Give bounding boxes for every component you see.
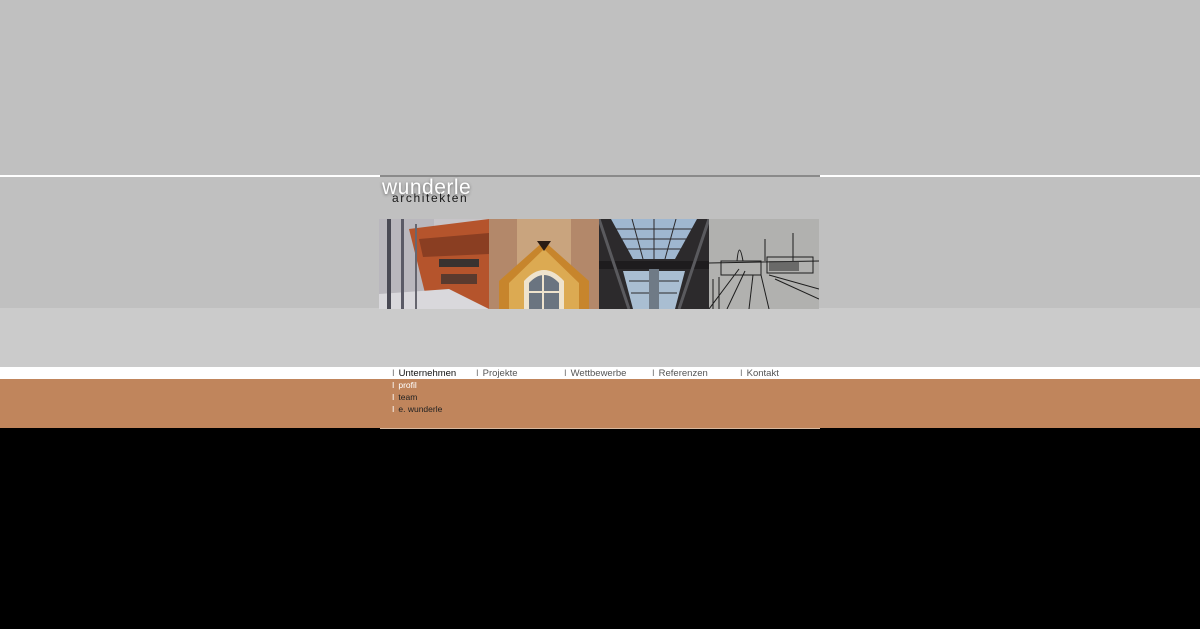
architectural-sketch-photo <box>709 219 819 309</box>
subnav-label: team <box>398 392 418 402</box>
nav-label: Referenzen <box>658 368 708 379</box>
nav-label: Wettbewerbe <box>570 368 627 379</box>
subnav-separator: I <box>392 380 395 390</box>
subnav-band <box>0 379 1200 428</box>
nav-separator: I <box>652 368 655 379</box>
brick-facade-photo <box>379 219 489 309</box>
nav-separator: I <box>476 368 479 379</box>
nav-label: Kontakt <box>746 368 779 379</box>
subnav-item-profil[interactable]: Iprofil <box>392 380 417 391</box>
ornate-doorway-photo <box>489 219 599 309</box>
nav-label: Unternehmen <box>398 368 457 379</box>
mid-band <box>0 308 1200 367</box>
subnav-label: profil <box>398 380 417 390</box>
nav-item-unternehmen[interactable]: I Unternehmen <box>392 368 456 380</box>
nav-separator: I <box>564 368 567 379</box>
nav-item-wettbewerbe[interactable]: I Wettbewerbe <box>564 368 626 380</box>
subnav-label: e. wunderle <box>398 404 443 414</box>
nav-item-referenzen[interactable]: I Referenzen <box>652 368 708 380</box>
footer-rule <box>380 428 820 429</box>
subnav-separator: I <box>392 392 395 402</box>
logo-tagline: architekten <box>392 191 469 205</box>
subnav-separator: I <box>392 404 395 414</box>
nav-separator: I <box>740 368 743 379</box>
nav-item-kontakt[interactable]: I Kontakt <box>740 368 779 380</box>
subnav-item-e-wunderle[interactable]: Ie. wunderle <box>392 404 442 415</box>
nav-label: Projekte <box>482 368 518 379</box>
nav-item-projekte[interactable]: I Projekte <box>476 368 518 380</box>
subnav-item-team[interactable]: Iteam <box>392 392 417 403</box>
glass-roof-photo <box>599 219 709 309</box>
logo[interactable]: wunderle architekten <box>382 177 622 209</box>
nav-separator: I <box>392 368 395 379</box>
photo-strip <box>379 219 821 309</box>
